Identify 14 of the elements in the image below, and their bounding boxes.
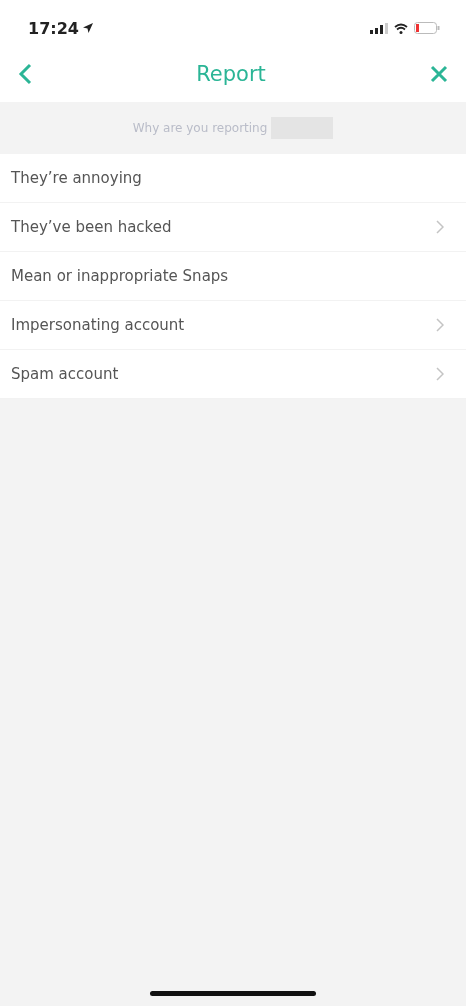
reason-item[interactable]: Impersonating account [0, 301, 466, 350]
back-button[interactable] [16, 61, 34, 87]
wifi-icon [394, 22, 408, 34]
close-button[interactable] [428, 63, 450, 85]
reason-item[interactable]: They’re annoying [0, 154, 466, 203]
page-title: Report [196, 62, 266, 86]
report-prompt: Why are you reporting [132, 121, 268, 135]
reason-item[interactable]: Mean or inappropriate Snaps [0, 252, 466, 301]
reason-item[interactable]: Spam account [0, 350, 466, 399]
status-time: 17:24 [28, 18, 79, 38]
reason-item[interactable]: They’ve been hacked [0, 203, 466, 252]
location-arrow-icon [82, 23, 93, 33]
signal-icon [370, 22, 388, 34]
battery-icon [414, 22, 440, 34]
